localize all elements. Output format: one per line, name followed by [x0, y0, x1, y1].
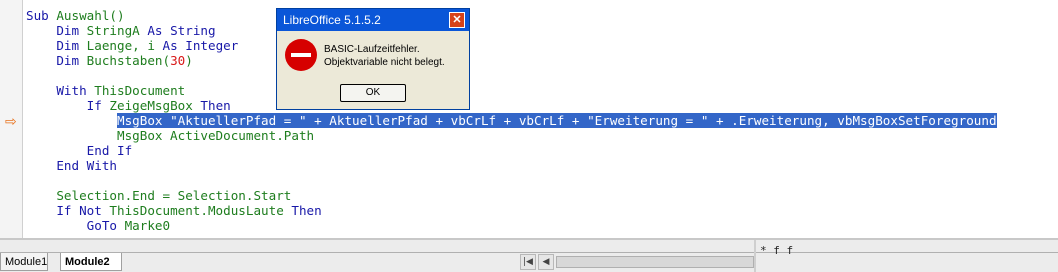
code-line[interactable]: End With — [26, 158, 997, 173]
code-line[interactable]: GoTo Marke0 — [26, 218, 997, 233]
right-status-text: * f f — [760, 244, 794, 257]
code-line[interactable]: With ThisDocument — [26, 83, 997, 98]
code-line[interactable]: MsgBox "AktuellerPfad = " + AktuellerPfa… — [26, 113, 997, 128]
horizontal-scrollbar-thumb[interactable] — [556, 256, 754, 268]
code-line[interactable]: Sub Auswahl() — [26, 8, 997, 23]
status-divider — [754, 240, 756, 272]
selected-code[interactable]: MsgBox "AktuellerPfad = " + AktuellerPfa… — [117, 113, 997, 128]
dialog-title: LibreOffice 5.1.5.2 — [283, 13, 381, 27]
tab-module1[interactable]: Module1 — [0, 253, 48, 271]
editor-gutter[interactable]: ⇨ — [0, 0, 23, 238]
arrow-right-icon: ⇨ — [5, 114, 17, 130]
code-line[interactable]: If ZeigeMsgBox Then — [26, 98, 997, 113]
tab-module2[interactable]: Module2 — [60, 253, 122, 271]
code-line[interactable] — [26, 173, 997, 188]
code-editor[interactable]: Sub Auswahl() Dim StringA As String Dim … — [24, 0, 1058, 238]
dialog-titlebar[interactable]: LibreOffice 5.1.5.2 ✕ — [277, 9, 469, 31]
code-line[interactable]: Dim Laenge, i As Integer — [26, 38, 997, 53]
stop-error-icon — [285, 39, 317, 71]
code-line[interactable] — [26, 68, 997, 83]
code-line[interactable]: Dim Buchstaben(30) — [26, 53, 997, 68]
error-message: BASIC-Laufzeitfehler. Objektvariable nic… — [324, 44, 445, 68]
code-line[interactable]: MsgBox ActiveDocument.Path — [26, 128, 997, 143]
ok-button[interactable]: OK — [340, 84, 406, 102]
scroll-first-icon[interactable]: |◀ — [520, 254, 536, 270]
tab-scroll-controls: |◀ ◀ — [520, 254, 756, 270]
error-dialog: LibreOffice 5.1.5.2 ✕ BASIC-Laufzeitfehl… — [276, 8, 470, 110]
code-line[interactable]: Selection.End = Selection.Start — [26, 188, 997, 203]
code-line[interactable]: If Not ThisDocument.ModusLaute Then — [26, 203, 997, 218]
code-line[interactable]: Dim StringA As String — [26, 23, 997, 38]
code-text: Sub Auswahl() Dim StringA As String Dim … — [26, 8, 997, 233]
scroll-prev-icon[interactable]: ◀ — [538, 254, 554, 270]
code-line[interactable]: End If — [26, 143, 997, 158]
close-icon[interactable]: ✕ — [449, 12, 465, 28]
